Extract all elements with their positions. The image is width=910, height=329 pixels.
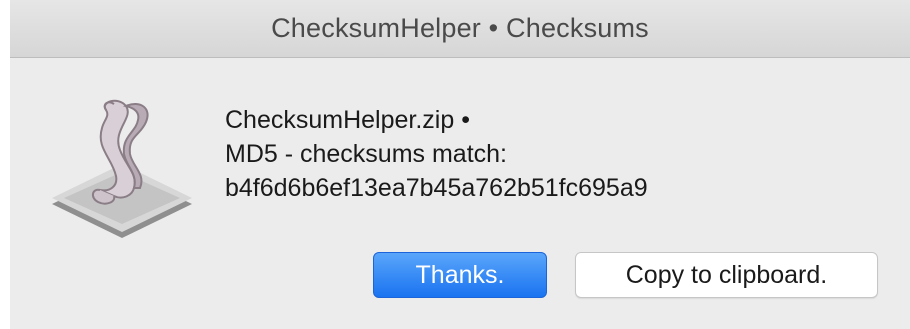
script-scroll-icon <box>52 99 192 238</box>
window-title: ChecksumHelper • Checksums <box>271 13 649 43</box>
title-bar[interactable]: ChecksumHelper • Checksums <box>10 0 910 58</box>
checksum-status-text: MD5 - checksums match: <box>225 140 508 168</box>
dialog-message: ChecksumHelper.zip • MD5 - checksums mat… <box>225 103 648 205</box>
copy-to-clipboard-button[interactable]: Copy to clipboard. <box>575 252 878 298</box>
thanks-button[interactable]: Thanks. <box>373 252 547 298</box>
checksum-value-text: b4f6d6b6ef13ea7b45a762b51fc695a9 <box>225 174 648 202</box>
dialog-window: ChecksumHelper • Checksums ChecksumHelpe… <box>10 0 910 329</box>
filename-text: ChecksumHelper.zip • <box>225 106 470 134</box>
